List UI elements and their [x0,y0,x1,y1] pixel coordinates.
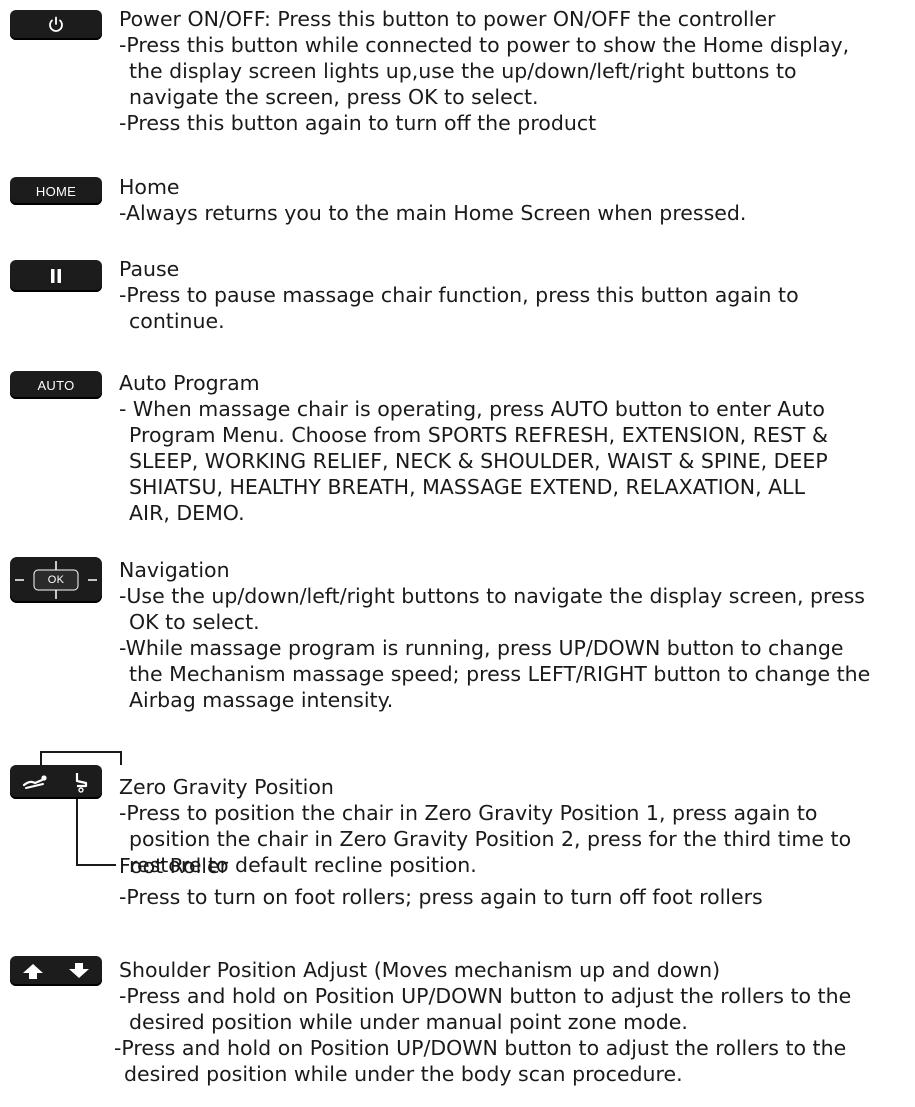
power-line: the display screen lights up,use the up/… [129,59,797,83]
callout-line [120,751,122,765]
zero-gravity-icon[interactable] [22,772,48,792]
pause-line: -Press to pause massage chair function, … [119,283,799,307]
navigation-line: -While massage program is running, press… [119,636,844,660]
home-title: Home [119,175,180,199]
zero-gravity-foot-roller-buttons[interactable] [10,765,102,799]
power-title: Power ON/OFF: Press this button to power… [119,7,776,31]
home-button-label: HOME [35,183,77,199]
foot-roller-line: -Press to turn on foot rollers; press ag… [119,885,763,909]
home-button[interactable]: HOME [10,177,102,205]
shoulder-line: desired position while under the body sc… [124,1062,683,1086]
shoulder-line: -Press and hold on Position UP/DOWN butt… [114,1036,847,1060]
navigation-pad[interactable]: OK [10,557,102,603]
arrow-up-icon[interactable] [21,962,45,980]
auto-line: AIR, DEMO. [129,501,245,525]
power-line: -Press this button while connected to po… [119,33,850,57]
auto-button-label: AUTO [37,377,75,393]
zero-gravity-line: -Press to position the chair in Zero Gra… [119,801,818,825]
navigation-line: OK to select. [129,610,260,634]
navigation-title: Navigation [119,558,230,582]
shoulder-line: desired position while under manual poin… [129,1010,688,1034]
zero-gravity-line: position the chair in Zero Gravity Posit… [129,827,852,851]
navigation-line: Airbag massage intensity. [129,688,394,712]
home-line: -Always returns you to the main Home Scr… [119,201,747,225]
pause-button[interactable] [10,260,102,292]
callout-line [76,864,116,866]
callout-line [40,751,42,765]
zero-gravity-title: Zero Gravity Position [119,775,334,799]
foot-roller-icon[interactable] [72,771,90,793]
ok-button-label[interactable]: OK [48,574,65,586]
shoulder-position-buttons[interactable] [10,956,102,986]
auto-line: SLEEP, WORKING RELIEF, NECK & SHOULDER, … [129,449,828,473]
navigation-line: the Mechanism massage speed; press LEFT/… [129,662,871,686]
power-icon [49,16,63,32]
navigation-line: -Use the up/down/left/right buttons to n… [119,584,865,608]
auto-button[interactable]: AUTO [10,371,102,399]
power-button[interactable] [10,10,102,40]
auto-title: Auto Program [119,371,260,395]
auto-line: - When massage chair is operating, press… [119,397,825,421]
pause-title: Pause [119,257,180,281]
callout-line [40,751,122,753]
auto-line: Program Menu. Choose from SPORTS REFRESH… [129,423,828,447]
callout-line [76,799,78,865]
arrow-down-icon[interactable] [67,962,91,980]
shoulder-title: Shoulder Position Adjust (Moves mechanis… [119,958,721,982]
power-line: navigate the screen, press OK to select. [129,85,539,109]
shoulder-line: -Press and hold on Position UP/DOWN butt… [119,984,852,1008]
foot-roller-title: Foot Roller [119,854,228,878]
auto-line: SHIATSU, HEALTHY BREATH, MASSAGE EXTEND,… [129,475,806,499]
pause-icon [51,269,61,283]
power-line: -Press this button again to turn off the… [119,111,597,135]
pause-line: continue. [129,309,225,333]
